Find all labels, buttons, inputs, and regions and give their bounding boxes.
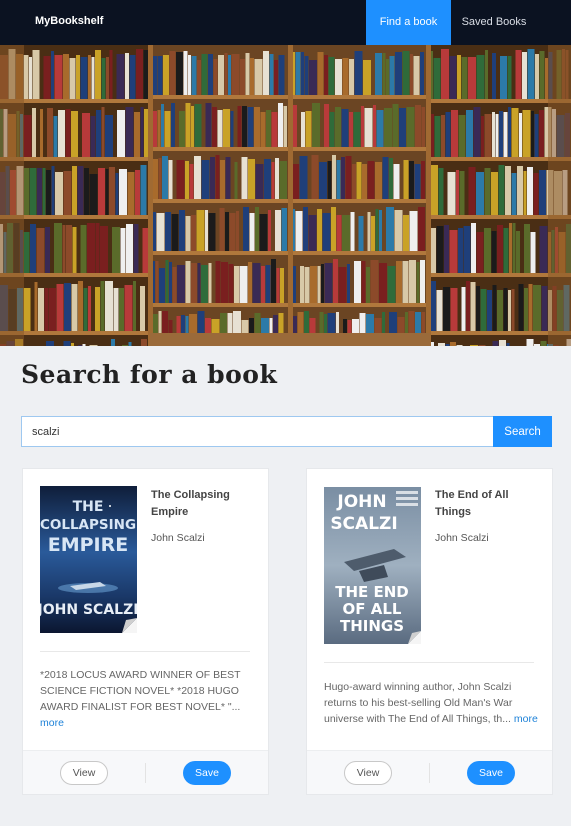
view-button[interactable]: View (344, 761, 392, 785)
book-author: John Scalzi (435, 532, 489, 544)
book-card: JOHN SCALZI THE END OF ALL THINGS The En… (306, 468, 553, 795)
svg-text:SCALZI: SCALZI (330, 514, 397, 534)
divider (40, 651, 250, 652)
book-cover-image[interactable]: THE COLLAPSING EMPIRE JOHN SCALZI (40, 486, 137, 633)
book-description-text: Hugo-award winning author, John Scalzi r… (324, 681, 513, 725)
more-link[interactable]: more (514, 713, 538, 725)
book-author: John Scalzi (151, 532, 205, 544)
search-input[interactable] (21, 416, 493, 447)
card-actions: View Save (307, 750, 552, 794)
divider (324, 662, 534, 663)
svg-text:JOHN: JOHN (336, 492, 386, 512)
svg-text:THINGS: THINGS (340, 617, 404, 635)
svg-text:JOHN SCALZI: JOHN SCALZI (40, 602, 137, 618)
page-title: Search for a book (21, 360, 278, 389)
brand-logo[interactable]: MyBookshelf (35, 15, 103, 27)
book-card: THE COLLAPSING EMPIRE JOHN SCALZI The Co… (22, 468, 269, 795)
search-button[interactable]: Search (493, 416, 552, 447)
book-description: *2018 LOCUS AWARD WINNER OF BEST SCIENCE… (40, 667, 255, 731)
book-description-text: *2018 LOCUS AWARD WINNER OF BEST SCIENCE… (40, 669, 241, 713)
save-button[interactable]: Save (467, 761, 515, 785)
book-cover-image[interactable]: JOHN SCALZI THE END OF ALL THINGS (324, 487, 421, 644)
card-actions: View Save (23, 750, 268, 794)
book-title[interactable]: The End of All Things (435, 487, 540, 521)
nav-link-find-a-book[interactable]: Find a book (366, 0, 451, 45)
library-bookshelves-photo (0, 45, 571, 346)
svg-text:THE END: THE END (335, 583, 409, 601)
navbar: MyBookshelf Find a book Saved Books (0, 0, 571, 45)
book-description: Hugo-award winning author, John Scalzi r… (324, 679, 539, 727)
svg-text:OF ALL: OF ALL (343, 600, 402, 618)
save-button[interactable]: Save (183, 761, 231, 785)
nav-link-saved-books[interactable]: Saved Books (451, 0, 537, 45)
divider (429, 763, 430, 783)
book-title[interactable]: The Collapsing Empire (151, 487, 256, 521)
svg-text:EMPIRE: EMPIRE (48, 534, 129, 556)
svg-text:COLLAPSING: COLLAPSING (40, 517, 136, 533)
svg-text:THE: THE (73, 499, 104, 515)
view-button[interactable]: View (60, 761, 108, 785)
divider (145, 763, 146, 783)
hero-banner-image (0, 45, 571, 346)
more-link[interactable]: more (40, 717, 64, 729)
